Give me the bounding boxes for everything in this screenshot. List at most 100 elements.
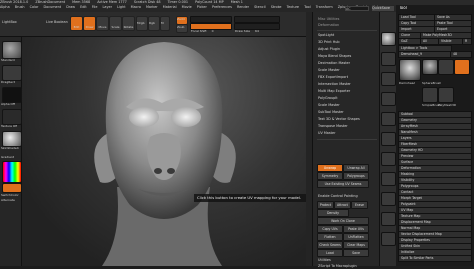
menu-item[interactable]: Stencil: [254, 5, 265, 9]
menu-item-fbx-exportimport[interactable]: FBX ExportImport: [318, 75, 376, 80]
menu-item[interactable]: Layer: [103, 5, 112, 9]
simple-brush-thumbnail[interactable]: [454, 59, 470, 75]
split-to-similar-parts-button[interactable]: Split To Similar Parts: [398, 255, 472, 262]
lightbox-button[interactable]: LightBox: [2, 20, 22, 24]
menu-item[interactable]: Alpha: [0, 5, 10, 9]
menu-item-zscript-to-macroplugin[interactable]: ZScript To Macroplugin: [318, 264, 376, 269]
menu-item[interactable]: Texture: [287, 5, 299, 9]
canvas-viewport[interactable]: [22, 37, 306, 266]
menu-item[interactable]: Brush: [15, 5, 25, 9]
move-button[interactable]: Move: [96, 16, 109, 31]
dynamic-toggle[interactable]: Dynamic: [234, 23, 280, 40]
goz-all-button[interactable]: All: [420, 38, 440, 45]
unwrap-all-button[interactable]: Unwrap All: [343, 164, 369, 172]
rotate-button[interactable]: Rotate: [122, 16, 135, 31]
xyz-icon[interactable]: [381, 92, 396, 106]
menu-item[interactable]: Material: [163, 5, 177, 9]
draw-button[interactable]: Draw: [83, 16, 96, 31]
current-tool-name[interactable]: Demohead_9: [398, 51, 452, 58]
goz-visible-button[interactable]: Visible: [438, 38, 464, 45]
sphere-icon[interactable]: [381, 32, 396, 46]
menu-item-scale-master-2[interactable]: Scale Master: [318, 103, 376, 108]
menu-item[interactable]: Movie: [182, 5, 192, 9]
menu-item[interactable]: Edit: [80, 5, 87, 9]
save-button[interactable]: Save: [343, 249, 369, 257]
alternate-label[interactable]: Alternate: [1, 198, 15, 202]
menu-item[interactable]: Macro: [131, 5, 141, 9]
mrgb-button[interactable]: Mrgb: [136, 16, 148, 31]
menu-item-polygroupit[interactable]: PolyGroupIt: [318, 96, 376, 101]
m-button[interactable]: M: [160, 16, 170, 31]
menu-item-maya-blend-shapes[interactable]: Maya Blend Shapes: [318, 54, 376, 59]
menu-item[interactable]: Draw: [66, 5, 75, 9]
menu-item[interactable]: Render: [237, 5, 249, 9]
frame-icon[interactable]: [381, 112, 396, 126]
alpha-thumbnail[interactable]: [2, 87, 22, 103]
goz-r-button[interactable]: R: [462, 38, 472, 45]
menu-search-input[interactable]: AC: [345, 6, 369, 11]
main-color-swatch[interactable]: [2, 183, 22, 193]
head-mesh[interactable]: [105, 42, 223, 219]
menu-item[interactable]: Color: [30, 5, 39, 9]
check-seams-button[interactable]: Check Seams: [317, 241, 343, 249]
z-intensity-slider[interactable]: Z Intensity 25: [190, 23, 232, 40]
stroke-thumbnail[interactable]: [2, 65, 22, 81]
zsub-button[interactable]: Zsub: [176, 24, 188, 33]
menu-item[interactable]: Document: [44, 5, 62, 9]
use-existing-uv-seams-toggle[interactable]: Use Existing UV Seams: [317, 180, 369, 188]
goz-button[interactable]: GoZ: [398, 38, 422, 45]
sculpt-model[interactable]: [22, 37, 306, 266]
brush-thumbnail[interactable]: [2, 41, 22, 59]
symmetry-toggle[interactable]: Symmetry: [317, 172, 343, 180]
menu-item-transpose-master[interactable]: Transpose Master: [318, 124, 376, 129]
menu-item-subtool-master[interactable]: SubTool Master: [318, 110, 376, 115]
menu-item[interactable]: Marker: [146, 5, 158, 9]
texture-thumbnail[interactable]: [2, 109, 22, 125]
rgb-button[interactable]: Rgb: [148, 16, 160, 31]
quicksave-button[interactable]: QuickSave: [372, 6, 394, 11]
menu-item[interactable]: Transform: [316, 5, 333, 9]
scale-button[interactable]: Scale: [109, 16, 122, 31]
unwrap-button[interactable]: Unwrap: [317, 164, 343, 172]
protect-button[interactable]: Protect: [317, 201, 334, 209]
zoom-icon[interactable]: [381, 152, 396, 166]
erase-button[interactable]: Erase: [351, 201, 368, 209]
attract-button[interactable]: Attract: [334, 201, 351, 209]
floor-icon[interactable]: [381, 52, 396, 66]
menu-item[interactable]: Preferences: [212, 5, 232, 9]
load-button[interactable]: Load: [317, 249, 343, 257]
polyframe-icon[interactable]: [381, 192, 396, 206]
menu-item-spotlight[interactable]: SpotLight: [318, 33, 376, 38]
copy-uvs-button[interactable]: Copy UVs: [317, 225, 343, 233]
sphere-brush-thumbnail[interactable]: [422, 59, 438, 75]
transparency-icon[interactable]: [381, 212, 396, 226]
menu-item-3d-print-hub[interactable]: 3D Print Hub: [318, 40, 376, 45]
menu-item-misc-utilities[interactable]: Misc Utilities: [318, 17, 376, 22]
menu-item-uv-master[interactable]: UV Master: [318, 131, 376, 136]
draw-size-slider[interactable]: Draw Size 64: [234, 16, 280, 33]
density-slider[interactable]: Density: [317, 209, 349, 217]
menu-item-intersection-master[interactable]: Intersection Master: [318, 82, 376, 87]
material-thumbnail[interactable]: [2, 131, 22, 147]
menu-item[interactable]: Light: [117, 5, 125, 9]
menu-item-multi-map-exporter[interactable]: Multi Map Exporter: [318, 89, 376, 94]
menu-item[interactable]: Picker: [197, 5, 207, 9]
focal-shift-slider[interactable]: Focal Shift 0: [190, 16, 232, 33]
menu-item[interactable]: Tool: [304, 5, 311, 9]
color-picker[interactable]: [2, 161, 22, 183]
paste-uvs-button[interactable]: Paste UVs: [343, 225, 369, 233]
live-boolean-button[interactable]: Live Boolean: [46, 20, 68, 24]
polygroups-toggle[interactable]: Polygroups: [343, 172, 369, 180]
menu-item-utilities[interactable]: Utilities: [318, 258, 376, 263]
enable-control-painting-toggle[interactable]: Enable Control Painting: [318, 194, 376, 199]
rotate-icon[interactable]: [381, 172, 396, 186]
menu-item-adjust-plugin[interactable]: Adjust Plugin: [318, 47, 376, 52]
menu-item-text-3d[interactable]: Text 3D & Vector Shapes: [318, 117, 376, 122]
edit-button[interactable]: Edit: [70, 16, 83, 31]
menu-item[interactable]: File: [92, 5, 98, 9]
alpha-brush-thumbnail[interactable]: [438, 59, 454, 75]
menu-item-scale-master[interactable]: Scale Master: [318, 68, 376, 73]
clear-maps-button[interactable]: Clear Maps: [343, 241, 369, 249]
menu-item[interactable]: Stroke: [271, 5, 282, 9]
work-on-clone-button[interactable]: Work On Clone: [317, 217, 369, 225]
